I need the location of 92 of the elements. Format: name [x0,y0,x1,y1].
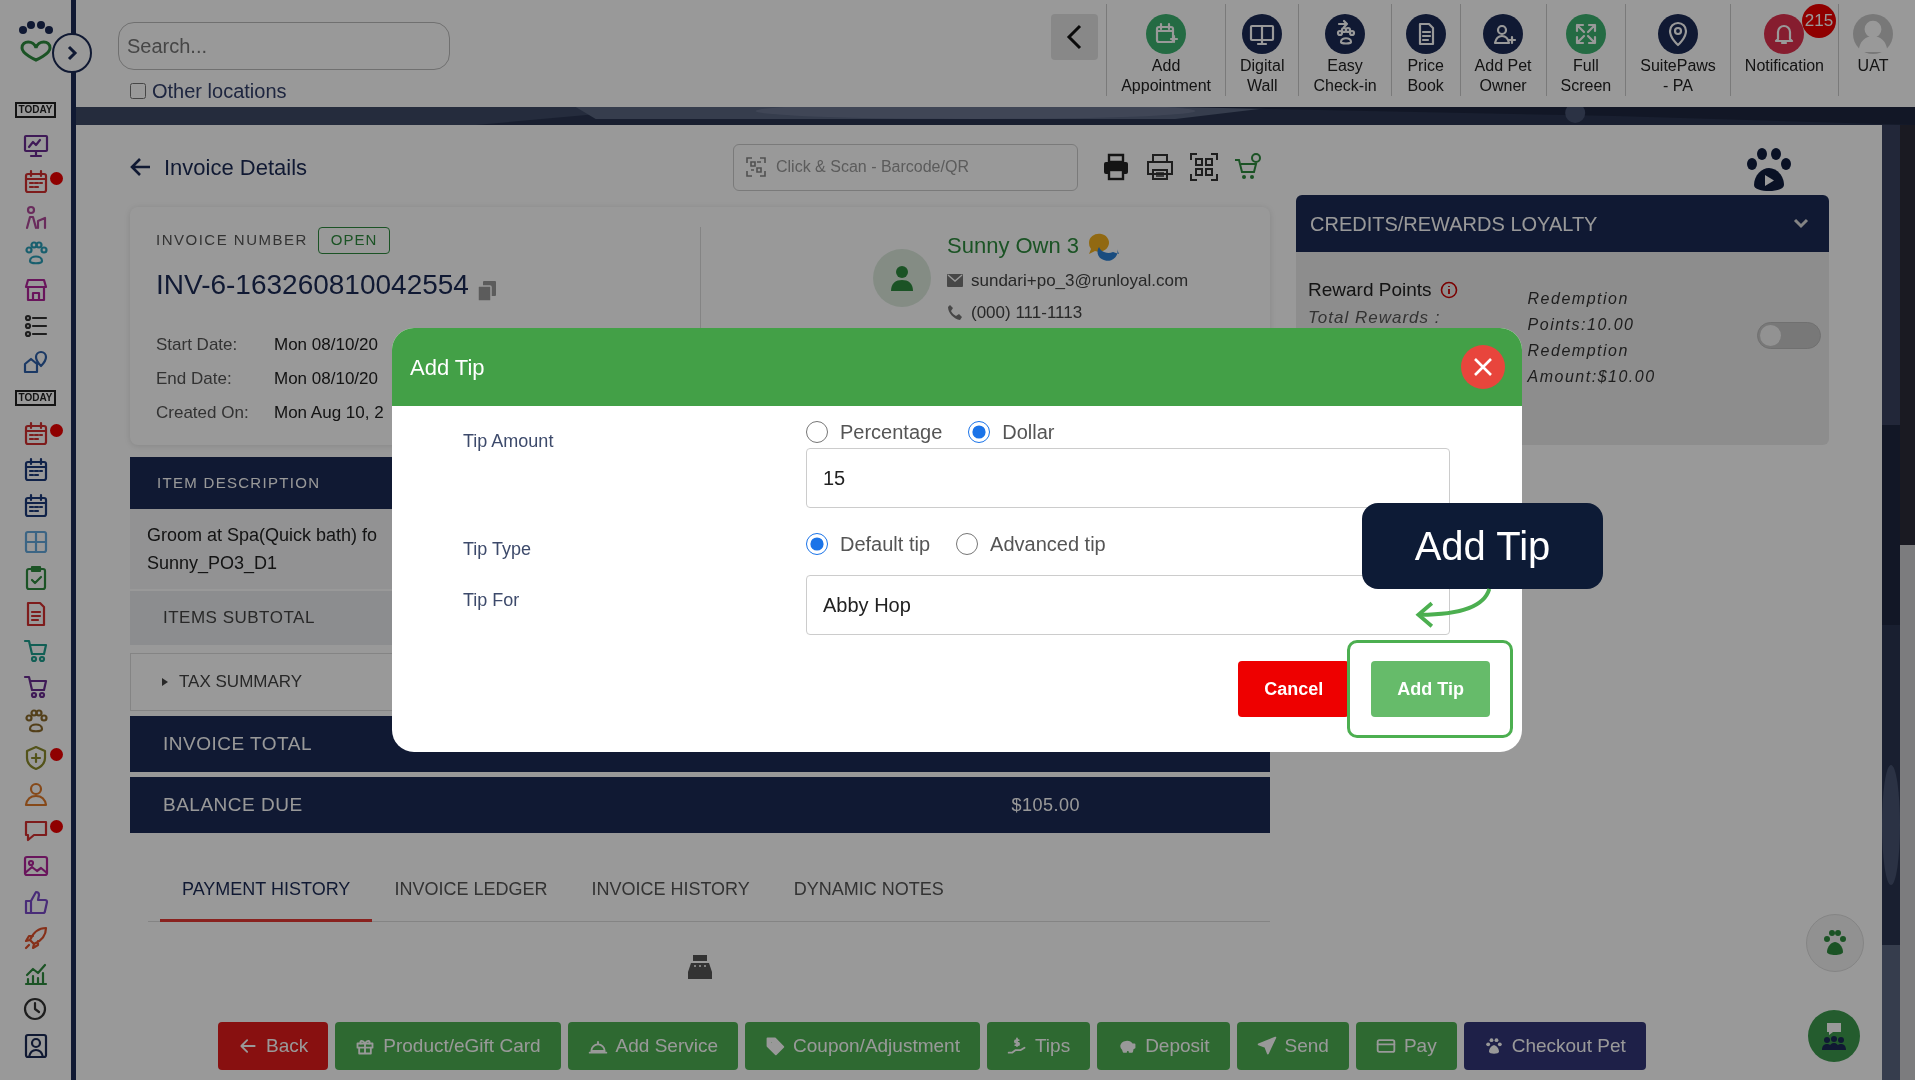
cash-register-icon [685,952,715,982]
field-label: Tip Amount [463,430,555,453]
field-label: Created On: [156,401,250,424]
search-field[interactable]: Search... [118,22,450,70]
cart-gear-icon[interactable] [1233,152,1263,182]
field-value: Mon 08/10/20 [274,333,378,356]
panel-header[interactable]: CREDITS/REWARDS LOYALTY [1296,195,1829,252]
count-badge: 215 [1802,4,1836,38]
dialog-title: Add Tip [410,353,485,382]
close-icon [1473,357,1493,377]
scrollbar-track[interactable] [1900,125,1915,1080]
field-label: Start Date: [156,333,239,356]
field-label: Tip Type [463,538,533,561]
monitor-icon[interactable] [21,132,50,160]
copy-icon[interactable] [476,279,497,302]
dialog-button[interactable]: Cancel [1238,661,1350,717]
customer-email: sundari+po_3@runloyal.com [971,270,1189,292]
customer-phone: (000) 111-1113 [971,301,1083,324]
input-field[interactable]: 15 [806,448,1450,508]
close-button[interactable] [1461,345,1505,389]
hand-dollar-icon [1006,1036,1027,1056]
credit-card-icon [1375,1036,1396,1056]
tab[interactable]: INVOICE LEDGER [372,860,570,922]
back-arrow-icon[interactable] [130,157,152,177]
radio-label: Advanced tip [990,532,1106,557]
paper-plane-icon [1256,1036,1277,1056]
toolbar-button[interactable]: Notification 215 [1729,4,1838,96]
scrollbar-thumb[interactable] [1900,125,1915,545]
qr-code-icon[interactable] [1189,152,1219,182]
action-button[interactable]: Checkout Pet [1463,1022,1646,1070]
toolbar-button[interactable]: Price Book [1390,4,1460,96]
item-description: Sunny_PO3_D1 [147,552,278,576]
toggle-switch[interactable] [1757,322,1821,349]
customer-name[interactable]: Sunny Own 3 [947,229,1080,262]
field-label: End Date: [156,367,233,390]
info-icon[interactable] [1439,281,1458,300]
radio-button[interactable] [806,533,828,555]
back-chevron-button[interactable] [1051,14,1099,60]
reward-points-label: Reward Points [1308,278,1432,302]
page-title: Invoice Details [164,153,308,182]
radio-label: Dollar [1002,420,1055,445]
callout-text: Add Tip [1414,523,1551,570]
column-header: ITEM DESCRIPTION [157,472,321,493]
radio-button[interactable] [806,421,828,443]
tab[interactable]: PAYMENT HISTORY [160,860,373,922]
receipt-printer-icon[interactable] [1145,152,1175,182]
radio-button[interactable] [968,421,991,443]
chat-float-button[interactable] [1808,1010,1860,1062]
sidebar-item[interactable]: TODAY [14,102,57,118]
checkbox[interactable] [130,83,146,99]
row-label: INVOICE TOTAL [163,731,313,756]
toolbar-button[interactable]: Easy Check-in [1298,4,1391,96]
toolbar-button[interactable]: Full Screen [1545,4,1626,96]
chevron-down-icon [1793,217,1809,230]
action-button[interactable]: Back [218,1022,329,1070]
row-label: ITEMS SUBTOTAL [163,607,315,630]
tab[interactable]: INVOICE HISTORY [569,860,772,922]
balance-amount: $105.00 [1011,793,1080,817]
toolbar-button[interactable]: Add Appointment [1106,4,1225,96]
status-badge: OPEN [317,227,391,254]
radio-button[interactable] [956,533,979,555]
total-rewards-label: Total Rewards : [1308,306,1442,329]
field-label: Tip For [463,589,521,612]
phone-icon [947,304,963,321]
toolbar-button[interactable]: UAT [1838,4,1907,96]
field-label: INVOICE NUMBER [156,230,308,250]
printer-icon[interactable] [1101,152,1131,182]
radio-label: Percentage [840,420,943,445]
panel-title: CREDITS/REWARDS LOYALTY [1310,211,1598,237]
envelope-icon [947,274,963,288]
sidebar-item[interactable]: TODAY [14,390,57,406]
tag-icon [765,1036,786,1056]
house-pin-icon[interactable] [21,348,50,376]
toolbar-button[interactable]: Add Pet Owner [1459,4,1546,96]
redemption-points: Redemption Points:10.00 [1527,289,1636,335]
field-value: Mon 08/10/20 [274,367,378,390]
row-label: BALANCE DUE [163,792,303,817]
toolbar-button[interactable]: Digital Wall [1225,4,1299,96]
invoice-number: INV-6-163260810042554 [156,267,469,302]
row-label: TAX SUMMARY [179,671,303,694]
arrow-left-icon [238,1036,258,1056]
field-value: Mon Aug 10, 2 [274,401,384,424]
expand-button[interactable] [52,33,92,73]
paw-icon [1483,1036,1504,1056]
item-description: Groom at Spa(Quick bath) fo [147,524,378,547]
checkbox-label: Other locations [152,79,287,104]
radio-label: Default tip [840,532,931,557]
tab[interactable]: DYNAMIC NOTES [771,860,966,922]
redemption-amount: Redemption Amount:$10.00 [1527,341,1657,387]
chat-people-icon [1819,1021,1849,1051]
qr-scan-icon [746,157,766,177]
toolbar-button[interactable]: SuitePaws - PA [1625,4,1730,96]
